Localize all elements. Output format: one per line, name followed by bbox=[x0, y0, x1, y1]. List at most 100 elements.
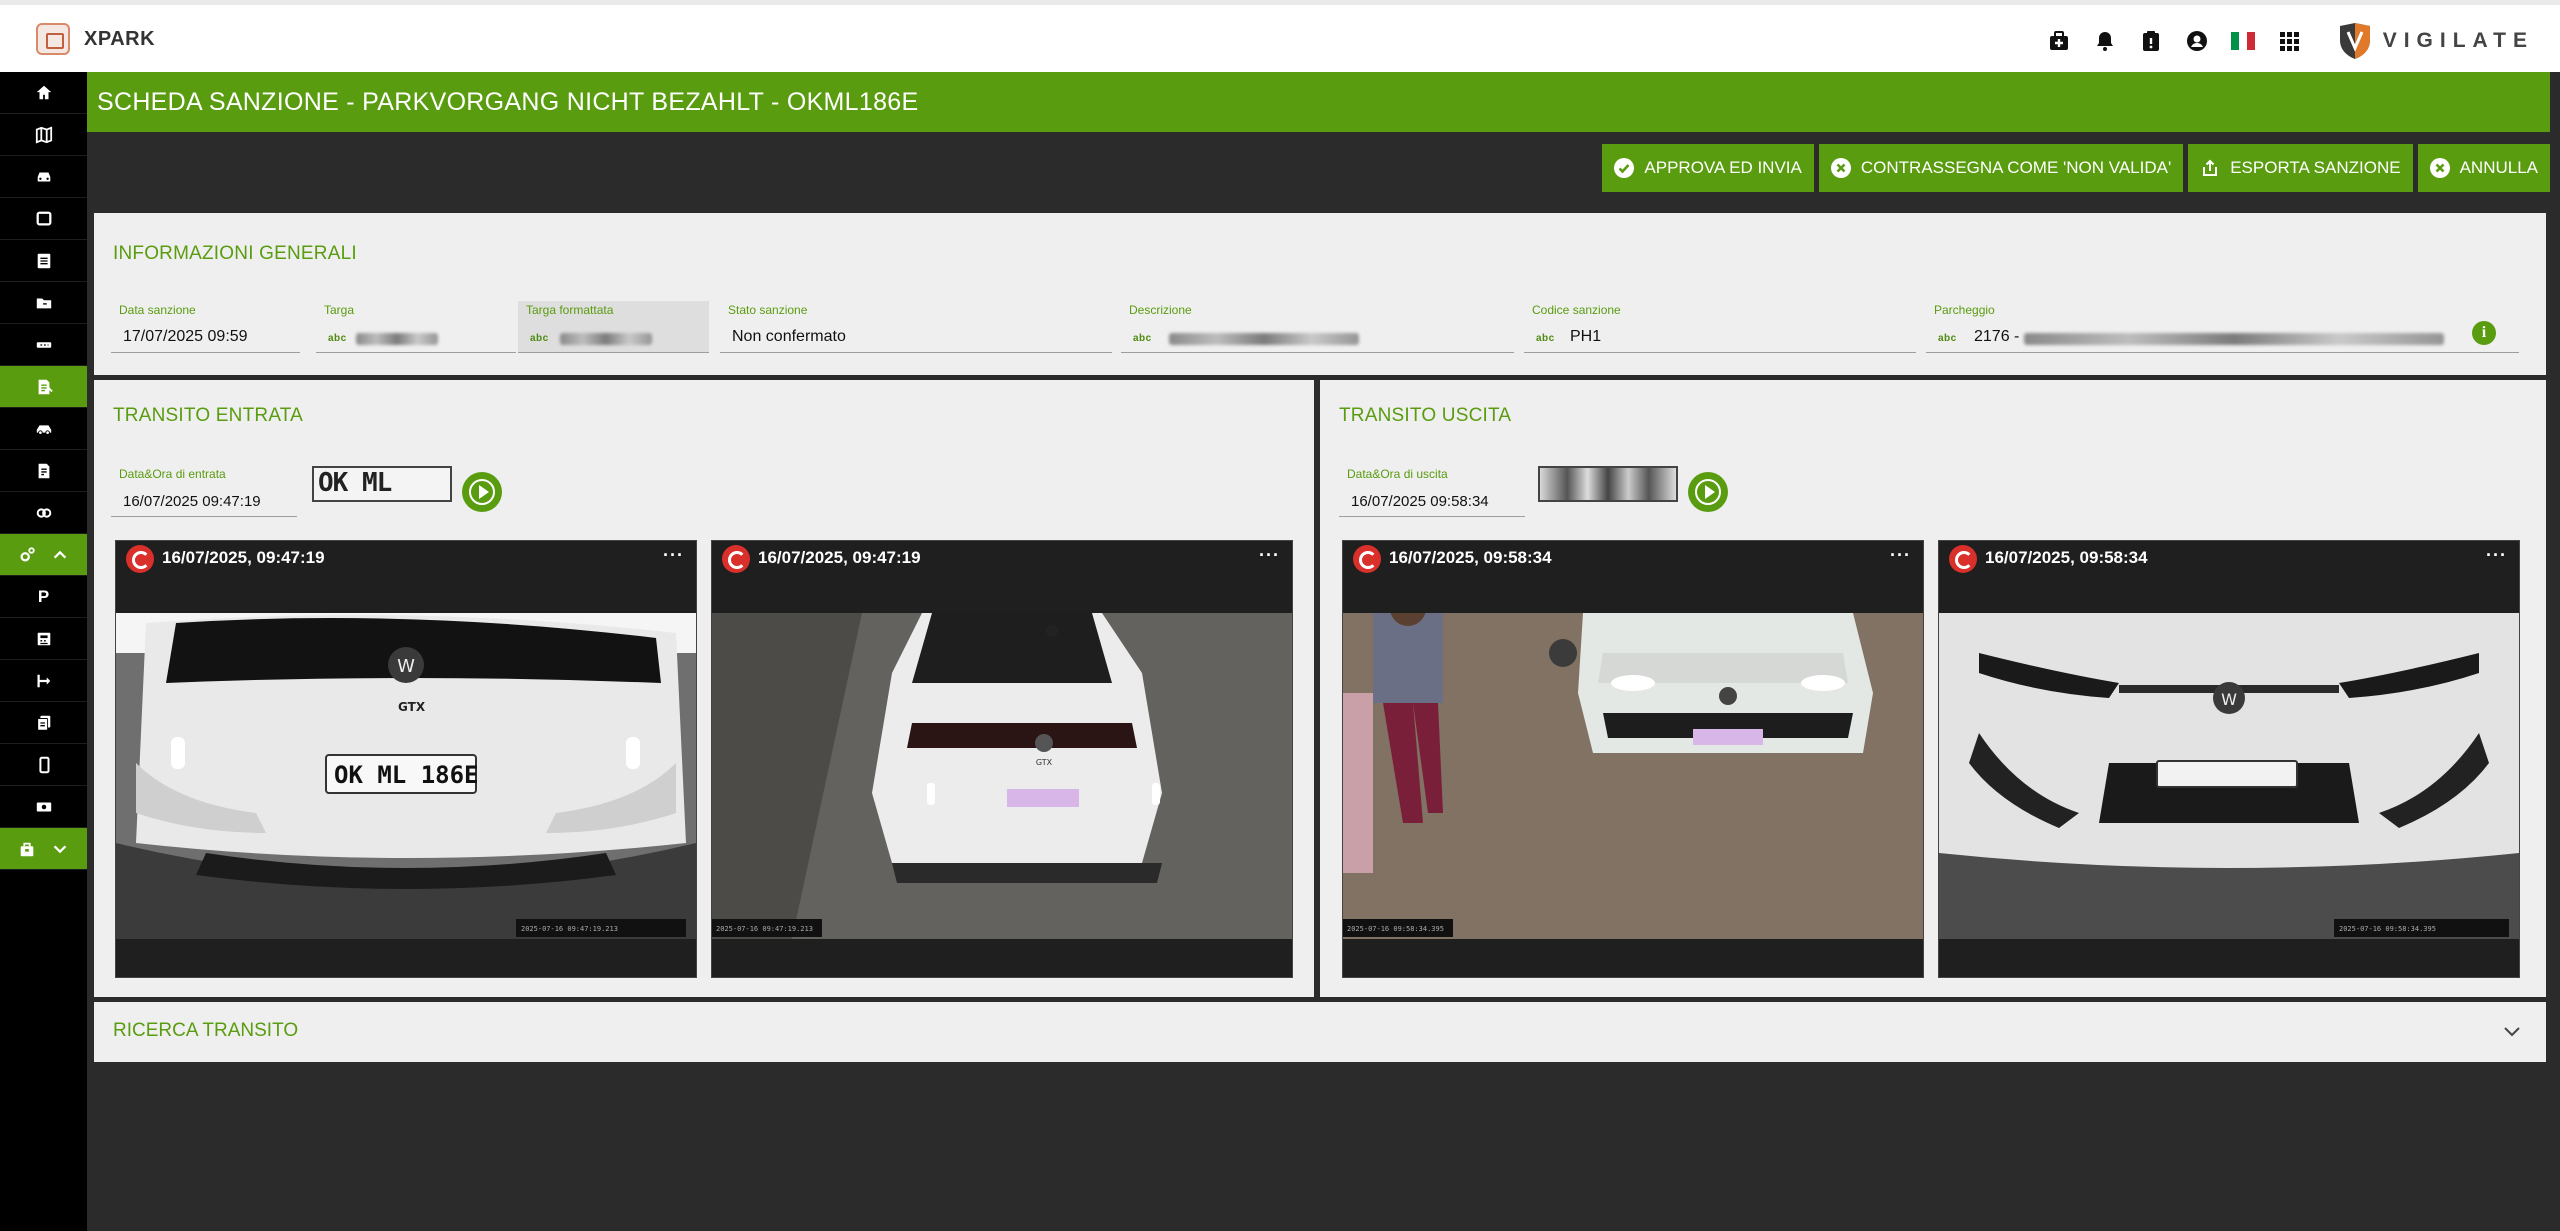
flag-stripe bbox=[2246, 32, 2255, 50]
settings-icon bbox=[20, 546, 35, 562]
camera-timestamp: 16/07/2025, 09:47:19 bbox=[162, 548, 325, 567]
field-label: Parcheggio bbox=[1934, 303, 1995, 317]
money-icon bbox=[36, 802, 51, 811]
field-label: Data sanzione bbox=[119, 303, 196, 317]
export-sanction-button[interactable]: ESPORTA SANZIONE bbox=[2188, 144, 2413, 192]
targa-field[interactable]: Targa abc bbox=[316, 301, 516, 353]
chevron-up-icon bbox=[53, 550, 67, 558]
sidebar-item-links[interactable] bbox=[0, 492, 87, 534]
info-icon[interactable]: i bbox=[2472, 321, 2496, 345]
camera-image[interactable]: 2025-07-16 09:58:34.395 bbox=[1343, 613, 1923, 939]
folder-icon bbox=[36, 298, 51, 308]
document-edit-icon bbox=[38, 379, 53, 394]
medkit-icon[interactable] bbox=[2045, 27, 2073, 55]
sidebar-item-folder[interactable] bbox=[0, 282, 87, 324]
action-buttons: APPROVA ED INVIA CONTRASSEGNA COME 'NON … bbox=[1602, 144, 2550, 192]
camera-logo-icon bbox=[1353, 545, 1381, 573]
redacted-value bbox=[560, 333, 652, 345]
approve-send-button[interactable]: APPROVA ED INVIA bbox=[1602, 144, 1814, 192]
mark-invalid-button[interactable]: CONTRASSEGNA COME 'NON VALIDA' bbox=[1818, 144, 2184, 192]
bell-icon[interactable] bbox=[2091, 27, 2119, 55]
sidebar-item-files[interactable] bbox=[0, 702, 87, 744]
descrizione-field[interactable]: Descrizione abc bbox=[1121, 301, 1514, 353]
app-name: XPARK bbox=[84, 27, 156, 50]
approve-send-label: APPROVA ED INVIA bbox=[1644, 158, 1802, 177]
user-circle-icon[interactable] bbox=[2183, 27, 2211, 55]
x-circle-icon bbox=[1830, 158, 1851, 178]
exit-transit-title: TRANSITO USCITA bbox=[1339, 405, 1512, 426]
svg-text:GTX: GTX bbox=[398, 700, 426, 714]
sidebar-item-route[interactable] bbox=[0, 660, 87, 702]
codice-sanzione-field[interactable]: Codice sanzione abc PH1 bbox=[1524, 301, 1916, 353]
svg-text:W: W bbox=[397, 656, 415, 677]
entry-datetime-field[interactable]: Data&Ora di entrata 16/07/2025 09:47:19 bbox=[111, 465, 297, 517]
transit-search-panel[interactable]: RICERCA TRANSITO bbox=[94, 1002, 2546, 1062]
entry-play-button[interactable] bbox=[462, 472, 502, 512]
bag-icon bbox=[20, 842, 34, 856]
field-label: Data&Ora di entrata bbox=[119, 467, 226, 481]
field-label: Targa bbox=[324, 303, 355, 317]
camera-timestamp: 16/07/2025, 09:58:34 bbox=[1985, 548, 2148, 567]
clipboard-icon[interactable] bbox=[2137, 27, 2165, 55]
list-icon bbox=[37, 253, 50, 268]
field-value: 17/07/2025 09:59 bbox=[123, 328, 248, 345]
sidebar-item-vehicles[interactable] bbox=[0, 408, 87, 450]
entry-plate-thumbnail: OK ML 186E bbox=[312, 466, 452, 502]
brand[interactable]: XPARK bbox=[36, 23, 155, 55]
route-icon bbox=[36, 674, 50, 687]
targa-formattata-field: Targa formattata abc bbox=[518, 301, 709, 353]
camera-header: 16/07/2025, 09:58:34 ··· bbox=[1343, 541, 1923, 613]
flag bbox=[2230, 32, 2255, 50]
apps-grid-icon[interactable] bbox=[2275, 27, 2303, 55]
sidebar-item-car[interactable] bbox=[0, 156, 87, 198]
camera-image[interactable]: GTX 2025-07-16 09:47:19.213 bbox=[712, 613, 1292, 939]
sidebar-item-receipts[interactable] bbox=[0, 450, 87, 492]
monitor-icon bbox=[36, 211, 51, 226]
camera-header: 16/07/2025, 09:47:19 ··· bbox=[116, 541, 696, 613]
sidebar-item-monitor[interactable] bbox=[0, 198, 87, 240]
vendor-name: VIGILATE bbox=[2382, 29, 2534, 52]
more-menu-icon[interactable]: ··· bbox=[663, 545, 684, 566]
sidebar-item-sanctions[interactable] bbox=[0, 366, 87, 408]
field-value: PH1 bbox=[1570, 328, 1602, 345]
sidebar-item-home[interactable] bbox=[0, 72, 87, 114]
camera-image[interactable]: W GTX OK ML 186E 2025-07-16 09:47:19.213 bbox=[116, 613, 696, 939]
field-label: Targa formattata bbox=[526, 303, 614, 317]
redacted-value bbox=[2024, 333, 2444, 345]
more-menu-icon[interactable]: ··· bbox=[2486, 545, 2507, 566]
data-sanzione-field[interactable]: Data sanzione 17/07/2025 09:59 bbox=[111, 301, 300, 353]
receipt-icon bbox=[38, 463, 49, 478]
sidebar-item-parking[interactable]: P bbox=[0, 576, 87, 618]
sidebar-item-map[interactable] bbox=[0, 114, 87, 156]
file-copy-icon bbox=[36, 715, 50, 731]
field-label: Codice sanzione bbox=[1532, 303, 1621, 317]
sidebar-item-mobile[interactable] bbox=[0, 744, 87, 786]
sidebar-group-settings[interactable] bbox=[0, 534, 87, 576]
page-header: SCHEDA SANZIONE - PARKVORGANG NICHT BEZA… bbox=[87, 72, 2550, 132]
chevron-down-icon bbox=[53, 845, 67, 853]
camera-timestamp: 16/07/2025, 09:58:34 bbox=[1389, 548, 1552, 567]
export-icon bbox=[2203, 159, 2218, 176]
field-value: Non confermato bbox=[732, 328, 846, 345]
stato-sanzione-field[interactable]: Stato sanzione Non confermato bbox=[720, 301, 1112, 353]
sidebar-item-list[interactable] bbox=[0, 240, 87, 282]
italy-flag-icon[interactable] bbox=[2229, 27, 2257, 55]
page-title: SCHEDA SANZIONE - PARKVORGANG NICHT BEZA… bbox=[97, 88, 919, 116]
sidebar-item-cash[interactable] bbox=[0, 618, 87, 660]
sidebar-item-ticket[interactable] bbox=[0, 324, 87, 366]
chevron-down-icon[interactable] bbox=[2504, 1027, 2520, 1037]
more-menu-icon[interactable]: ··· bbox=[1890, 545, 1911, 566]
redacted-value bbox=[1169, 333, 1359, 345]
more-menu-icon[interactable]: ··· bbox=[1259, 545, 1280, 566]
text-type-icon: abc bbox=[328, 333, 347, 344]
cancel-button[interactable]: ANNULLA bbox=[2417, 144, 2550, 192]
vigilate-shield-icon bbox=[2339, 23, 2370, 59]
parcheggio-field[interactable]: Parcheggio abc 2176 - i bbox=[1926, 301, 2519, 353]
field-label: Descrizione bbox=[1129, 303, 1192, 317]
exit-datetime-field[interactable]: Data&Ora di uscita 16/07/2025 09:58:34 bbox=[1339, 465, 1525, 517]
camera-image[interactable]: W 2025-07-16 09:58:34.395 bbox=[1939, 613, 2519, 939]
sidebar-item-money[interactable] bbox=[0, 786, 87, 828]
action-bar: APPROVA ED INVIA CONTRASSEGNA COME 'NON … bbox=[87, 132, 2560, 207]
sidebar-group-bag[interactable] bbox=[0, 828, 87, 870]
exit-play-button[interactable] bbox=[1688, 472, 1728, 512]
